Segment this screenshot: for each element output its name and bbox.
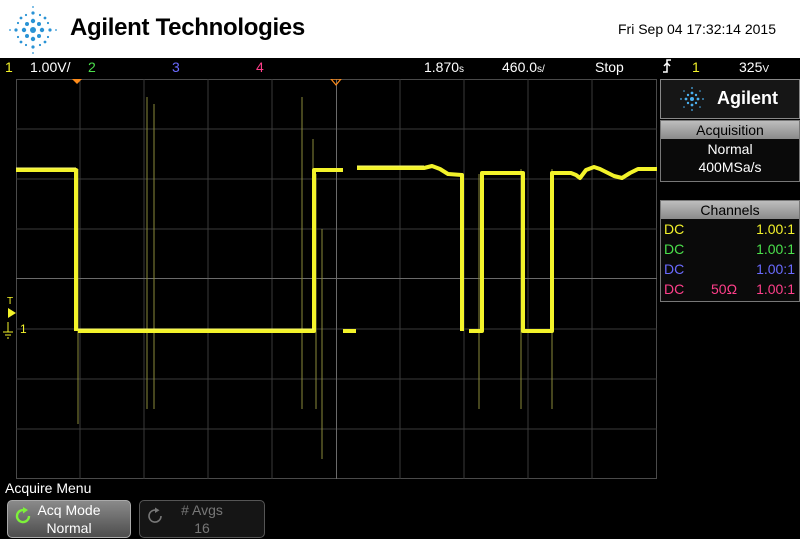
header-bar: Agilent Technologies Fri Sep 04 17:32:14…: [0, 0, 800, 58]
time-position[interactable]: 1.870s: [424, 59, 464, 75]
acquisition-panel[interactable]: Acquisition Normal 400MSa/s: [660, 120, 800, 182]
avgs-softkey[interactable]: # Avgs 16: [139, 500, 265, 538]
waveform-display[interactable]: [16, 78, 657, 479]
acquisition-title: Acquisition: [661, 121, 799, 139]
datetime: Fri Sep 04 17:32:14 2015: [617, 21, 776, 37]
channels-title: Channels: [661, 201, 799, 219]
channel-probe-ratio: 1.00:1: [756, 261, 795, 277]
channel-probe-ratio: 1.00:1: [756, 281, 795, 297]
menu-title: Acquire Menu: [5, 480, 92, 496]
channels-list: DC 1.00:1 DC 1.00:1 DC 1.00:1 DC 50Ω 1.00:1: [661, 219, 799, 299]
channel-row[interactable]: DC 1.00:1: [661, 259, 799, 279]
avgs-value: 16: [194, 520, 210, 536]
time-scale-unit: s/: [537, 64, 545, 75]
channels-panel[interactable]: Channels DC 1.00:1 DC 1.00:1 DC 1.00:1 DC 50Ω 1.…: [660, 200, 800, 302]
trigger-level-marker: T: [7, 296, 14, 307]
agilent-spark-small-icon: [680, 87, 704, 111]
side-logo-text: Agilent: [717, 88, 778, 108]
trigger-level[interactable]: 325V: [739, 59, 769, 75]
time-scale[interactable]: 460.0s/: [502, 59, 545, 75]
acquisition-mode: Normal: [707, 141, 753, 157]
ch1-ground-marker[interactable]: 1: [20, 322, 27, 336]
trigger-level-arrow-icon: [8, 308, 16, 318]
acq-mode-softkey[interactable]: Acq Mode Normal: [7, 500, 131, 538]
time-scale-value: 460.0: [502, 59, 538, 75]
side-logo-box: Agilent: [660, 79, 800, 119]
channel-coupling: DC: [664, 241, 685, 257]
channel-probe-ratio: 1.00:1: [756, 221, 795, 237]
channel-row[interactable]: DC 1.00:1: [661, 239, 799, 259]
channel-impedance: 50Ω: [711, 281, 738, 297]
ch3-number[interactable]: 3: [172, 59, 180, 75]
status-bar: 1 1.00V/ 2 3 4 1.870s 460.0s/ Stop 1 325…: [0, 58, 800, 78]
time-position-unit: s: [459, 64, 465, 75]
channel-probe-ratio: 1.00:1: [756, 241, 795, 257]
ch2-number[interactable]: 2: [88, 59, 96, 75]
acq-mode-label: Acq Mode: [37, 502, 101, 518]
trigger-level-unit: V: [762, 64, 770, 75]
side-panel: Agilent Acquisition Normal 400MSa/s Chan…: [660, 79, 800, 479]
ground-icon: [3, 322, 13, 339]
channel-coupling: DC: [664, 281, 685, 297]
trigger-level-value: 325: [739, 59, 763, 75]
channel-row[interactable]: DC 50Ω 1.00:1: [661, 279, 799, 299]
run-state: Stop: [595, 59, 624, 75]
trigger-channel[interactable]: 1: [692, 59, 700, 75]
waveform-graticule: [16, 78, 657, 479]
sample-rate: 400MSa/s: [698, 159, 762, 175]
agilent-spark-logo-icon: [9, 6, 57, 54]
ch1-scale[interactable]: 1.00V/: [30, 59, 70, 75]
channel-coupling: DC: [664, 221, 685, 237]
avgs-label: # Avgs: [181, 502, 223, 518]
brand-title: Agilent Technologies: [70, 14, 305, 41]
time-position-value: 1.870: [424, 59, 460, 75]
trigger-edge-icon: [661, 58, 673, 77]
ch4-number[interactable]: 4: [256, 59, 264, 75]
channel-row[interactable]: DC 1.00:1: [661, 219, 799, 239]
ch1-number[interactable]: 1: [5, 59, 13, 75]
acq-mode-value: Normal: [46, 520, 92, 536]
channel-coupling: DC: [664, 261, 685, 277]
